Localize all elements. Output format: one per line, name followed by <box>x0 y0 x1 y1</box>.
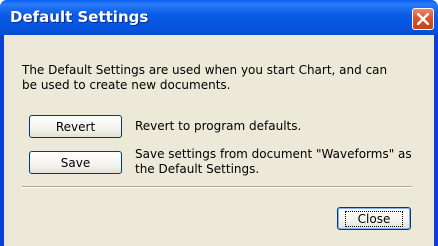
save-description: Save settings from document "Waveforms" … <box>135 147 412 176</box>
dialog-title: Default Settings <box>10 8 149 26</box>
close-x-icon[interactable] <box>412 8 434 30</box>
close-button-label: Close <box>357 211 391 226</box>
revert-button[interactable]: Revert <box>29 115 122 138</box>
save-button[interactable]: Save <box>29 151 122 174</box>
revert-description: Revert to program defaults. <box>135 119 302 133</box>
dialog-description: The Default Settings are used when you s… <box>22 63 388 92</box>
divider <box>22 186 412 188</box>
revert-button-label: Revert <box>55 119 96 134</box>
close-button-focus: Close <box>344 210 404 227</box>
save-button-label: Save <box>60 155 91 170</box>
close-button[interactable]: Close <box>337 207 411 230</box>
title-bar[interactable]: Default Settings <box>0 0 438 35</box>
